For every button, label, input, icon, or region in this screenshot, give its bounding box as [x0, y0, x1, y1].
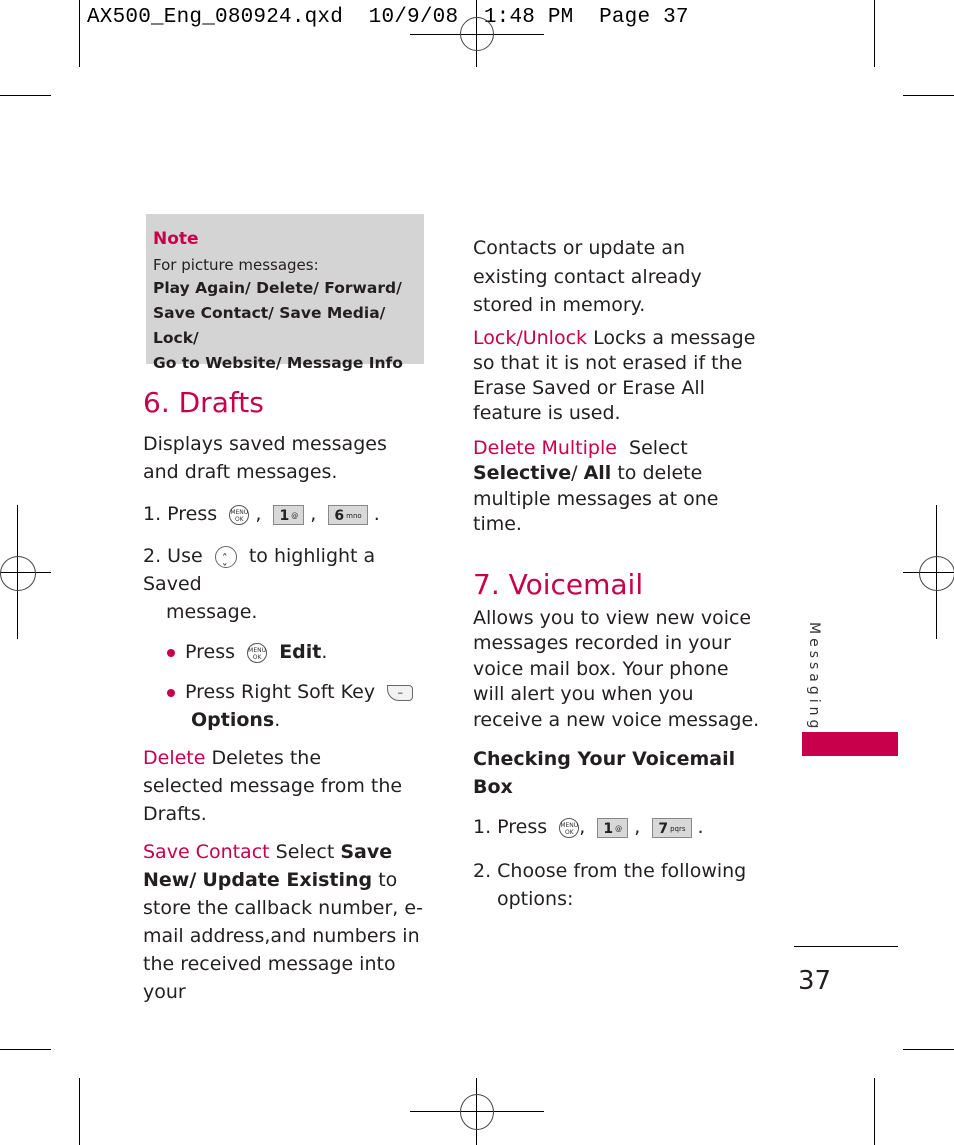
key-6-icon: 6 mno — [328, 504, 368, 525]
registration-circle — [460, 17, 494, 51]
navigation-key-icon — [214, 545, 237, 583]
voicemail-step-2-cont: options: — [497, 888, 574, 910]
key-1-icon: 1 @ — [597, 817, 629, 838]
step-label: 1. Press — [143, 503, 218, 525]
section-tab-label: Messaging — [806, 622, 822, 733]
bullet-icon — [167, 688, 175, 697]
crop-mark — [0, 1049, 51, 1050]
drafts-step-2: 2. Use to highlight a Saved — [143, 542, 433, 598]
print-slug: AX500_Eng_080924.qxd 10/9/08 1:48 PM Pag… — [87, 6, 689, 29]
note-box: Note For picture messages: Play Again/ D… — [146, 214, 424, 372]
delete-option: Delete Deletes the selected message from… — [143, 747, 403, 825]
voicemail-step-2: 2. Choose from the following — [473, 860, 747, 882]
crop-mark — [903, 95, 954, 96]
note-line: Save Contact/ Save Media/ Lock/ — [153, 304, 386, 347]
option-term: Delete Multiple — [473, 436, 617, 459]
note-intro: For picture messages: — [153, 256, 319, 274]
menu-ok-key-icon: MENU OK — [559, 817, 580, 838]
save-contact-continued: Contacts or update an existing contact a… — [473, 237, 702, 316]
crop-mark — [79, 0, 80, 67]
lock-unlock-option: Lock/Unlock Locks a message so that it i… — [473, 326, 756, 424]
voicemail-description: Allows you to view new voice messages re… — [473, 606, 760, 731]
drafts-step-1: 1. Press MENU OK , 1 @ , 6 mno . — [143, 503, 380, 525]
note-line: Go to Website/ Message Info — [153, 354, 403, 372]
drafts-heading: 6. Drafts — [143, 386, 264, 419]
voicemail-step-1: 1. Press MENU OK, 1 @ , 7 pqrs . — [473, 816, 704, 838]
bullet-item: Press Right Soft Key – — [143, 678, 433, 706]
note-line: Play Again/ Delete/ Forward/ — [153, 279, 402, 297]
crop-mark — [874, 0, 875, 67]
registration-circle — [0, 556, 36, 591]
menu-ok-key-icon: MENU OK — [247, 642, 268, 663]
bullet-icon — [167, 648, 175, 657]
option-term: Delete — [143, 747, 206, 769]
save-contact-option: Save Contact Select Save New/ Update Exi… — [143, 841, 423, 1003]
options-label: Options — [191, 709, 275, 731]
key-7-icon: 7 pqrs — [652, 817, 692, 838]
registration-circle — [919, 556, 954, 591]
key-1-icon: 1 @ — [273, 504, 305, 525]
voicemail-subheading: Checking Your Voicemail Box — [473, 748, 736, 798]
crop-mark — [79, 1078, 80, 1145]
registration-circle — [460, 1094, 494, 1130]
bullet-item: Press MENU OK Edit. — [143, 638, 433, 666]
option-term: Save Contact — [143, 841, 270, 863]
delete-multiple-option: Delete Multiple Select Selective/ All to… — [473, 436, 719, 536]
page-number-rule — [794, 946, 898, 947]
crop-mark — [0, 95, 51, 96]
crop-mark — [903, 1049, 954, 1050]
voicemail-heading: 7. Voicemail — [473, 567, 644, 601]
crop-mark — [874, 1078, 875, 1145]
section-tab-bar — [802, 732, 898, 756]
drafts-section: 6. Drafts Displays saved messages and dr… — [143, 386, 433, 1006]
right-soft-key-icon: – — [387, 684, 414, 701]
option-term: Lock/Unlock — [473, 326, 588, 349]
page-number: 37 — [798, 966, 832, 996]
menu-ok-key-icon: MENU OK — [229, 504, 250, 525]
right-column: Contacts or update an existing contact a… — [473, 234, 765, 913]
drafts-description: Displays saved messages and draft messag… — [143, 433, 387, 483]
note-title: Note — [153, 229, 199, 249]
drafts-step-2-cont: message. — [166, 601, 258, 623]
